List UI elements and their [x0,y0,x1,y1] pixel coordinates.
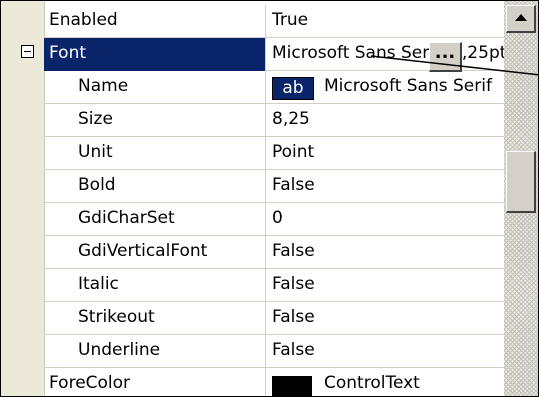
property-value[interactable]: False [266,236,504,269]
property-row-bold[interactable]: Bold False [44,170,504,203]
property-name: Strikeout [44,302,266,335]
scroll-thumb[interactable] [506,151,536,213]
property-row-unit[interactable]: Unit Point [44,137,504,170]
property-value[interactable]: False [266,170,504,203]
property-row-gdicharset[interactable]: GdiCharSet 0 [44,203,504,236]
property-name: Name [44,71,266,104]
font-name-value: Microsoft Sans Serif [324,76,492,96]
property-value[interactable]: False [266,269,504,302]
font-ellipsis-button[interactable]: ... [429,42,462,72]
property-row-enabled[interactable]: Enabled True [44,5,504,38]
property-value[interactable]: False [266,335,504,368]
property-row-underline[interactable]: Underline False [44,335,504,368]
property-name: Font [44,38,266,71]
property-value[interactable]: 8,25 [266,104,504,137]
property-row-strikeout[interactable]: Strikeout False [44,302,504,335]
property-name: ForeColor [44,368,266,396]
property-name: Size [44,104,266,137]
property-name: GdiCharSet [44,203,266,236]
property-value[interactable]: Point [266,137,504,170]
property-name: Bold [44,170,266,203]
property-row-size[interactable]: Size 8,25 [44,104,504,137]
property-row-gdiverticalfont[interactable]: GdiVerticalFont False [44,236,504,269]
property-row-font-name[interactable]: Name ab Microsoft Sans Serif [44,71,504,104]
property-name: Italic [44,269,266,302]
arrow-up-icon[interactable] [506,5,536,33]
property-row-italic[interactable]: Italic False [44,269,504,302]
property-grid-gutter [1,1,45,396]
property-value[interactable]: False [266,302,504,335]
vertical-scrollbar[interactable] [504,1,538,396]
property-grid: Enabled True Font Microsoft Sans Serif; … [0,0,539,397]
property-row-forecolor[interactable]: ForeColor ControlText [44,368,504,396]
collapse-minus-icon[interactable] [21,45,34,58]
property-name: Unit [44,137,266,170]
property-value[interactable]: ab Microsoft Sans Serif [266,71,504,104]
property-name: GdiVerticalFont [44,236,266,269]
color-swatch [272,376,312,396]
property-name: Enabled [44,5,266,38]
forecolor-value: ControlText [324,373,420,393]
property-value[interactable]: ControlText [266,368,504,396]
property-value[interactable]: True [266,5,504,38]
font-preview-icon: ab [272,77,314,100]
property-value[interactable]: Microsoft Sans Serif; 8,25pt [266,38,504,71]
property-value[interactable]: 0 [266,203,504,236]
property-name: Underline [44,335,266,368]
